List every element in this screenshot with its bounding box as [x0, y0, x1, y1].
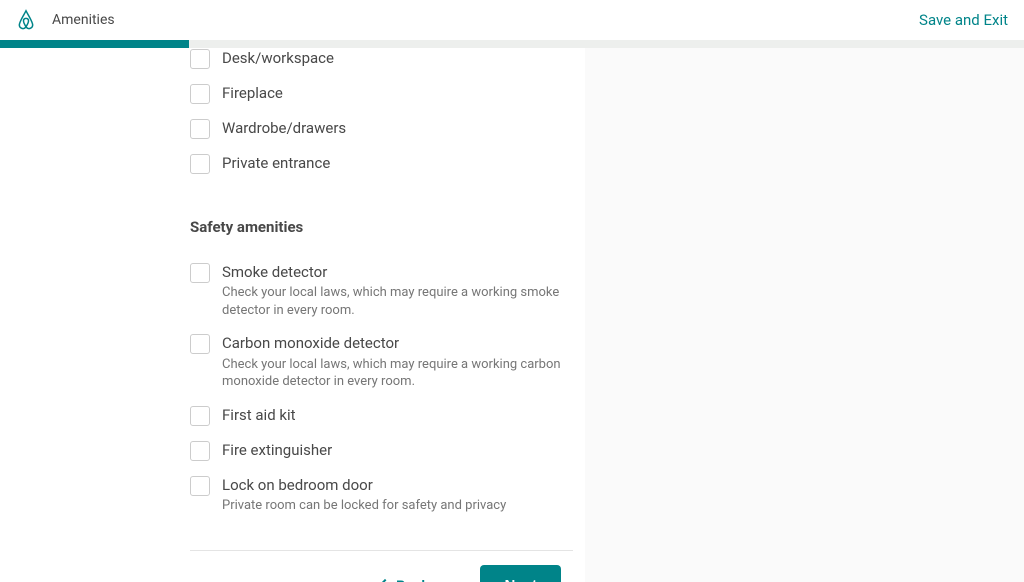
amenity-carbon-monoxide-detector: Carbon monoxide detector Check your loca… — [190, 333, 573, 390]
header-left: Amenities — [16, 9, 115, 31]
checkbox[interactable] — [190, 476, 210, 496]
amenity-smoke-detector: Smoke detector Check your local laws, wh… — [190, 262, 573, 319]
checkbox-text: Smoke detector Check your local laws, wh… — [222, 262, 573, 319]
amenity-label: Fire extinguisher — [222, 440, 573, 460]
progress-bar — [0, 40, 1024, 48]
footer: Back Next — [190, 550, 573, 582]
amenity-label: Carbon monoxide detector — [222, 333, 573, 353]
next-button[interactable]: Next — [480, 565, 561, 582]
checkbox[interactable] — [190, 334, 210, 354]
checkbox-text: Fire extinguisher — [222, 440, 573, 460]
amenity-wardrobe-drawers: Wardrobe/drawers — [190, 118, 573, 139]
amenity-label: Wardrobe/drawers — [222, 118, 573, 138]
amenity-fire-extinguisher: Fire extinguisher — [190, 440, 573, 461]
checkbox-text: Wardrobe/drawers — [222, 118, 573, 138]
checkbox[interactable] — [190, 84, 210, 104]
amenity-fireplace: Fireplace — [190, 83, 573, 104]
checkbox-text: Fireplace — [222, 83, 573, 103]
amenity-label: Lock on bedroom door — [222, 475, 573, 495]
main-container: Desk/workspace Fireplace Wardrobe/drawer… — [0, 48, 1024, 582]
amenity-desc: Private room can be locked for safety an… — [222, 497, 573, 515]
checkbox-text: First aid kit — [222, 405, 573, 425]
checkbox[interactable] — [190, 406, 210, 426]
amenity-label: Fireplace — [222, 83, 573, 103]
amenity-desc: Check your local laws, which may require… — [222, 356, 573, 391]
checkbox-text: Carbon monoxide detector Check your loca… — [222, 333, 573, 390]
checkbox-text: Desk/workspace — [222, 48, 573, 68]
checkbox[interactable] — [190, 263, 210, 283]
left-panel: Desk/workspace Fireplace Wardrobe/drawer… — [0, 48, 585, 582]
right-panel — [585, 48, 1024, 582]
checkbox[interactable] — [190, 49, 210, 69]
amenity-label: Private entrance — [222, 153, 573, 173]
checkbox-text: Lock on bedroom door Private room can be… — [222, 475, 573, 515]
checkbox[interactable] — [190, 154, 210, 174]
checkbox[interactable] — [190, 119, 210, 139]
back-label: Back — [396, 577, 429, 582]
checkbox[interactable] — [190, 441, 210, 461]
amenity-lock-bedroom-door: Lock on bedroom door Private room can be… — [190, 475, 573, 515]
header: Amenities Save and Exit — [0, 0, 1024, 40]
amenity-first-aid-kit: First aid kit — [190, 405, 573, 426]
safety-amenities-heading: Safety amenities — [190, 218, 573, 236]
amenity-desk-workspace: Desk/workspace — [190, 48, 573, 69]
amenity-desc: Check your local laws, which may require… — [222, 284, 573, 319]
checkbox-text: Private entrance — [222, 153, 573, 173]
amenity-label: Desk/workspace — [222, 48, 573, 68]
amenity-private-entrance: Private entrance — [190, 153, 573, 174]
amenity-label: First aid kit — [222, 405, 573, 425]
save-exit-link[interactable]: Save and Exit — [919, 11, 1008, 29]
page-title: Amenities — [52, 12, 115, 28]
airbnb-logo-icon — [16, 9, 36, 31]
back-button[interactable]: Back — [380, 577, 429, 582]
amenity-label: Smoke detector — [222, 262, 573, 282]
progress-bar-fill — [0, 40, 189, 48]
content-area: Desk/workspace Fireplace Wardrobe/drawer… — [0, 48, 585, 582]
